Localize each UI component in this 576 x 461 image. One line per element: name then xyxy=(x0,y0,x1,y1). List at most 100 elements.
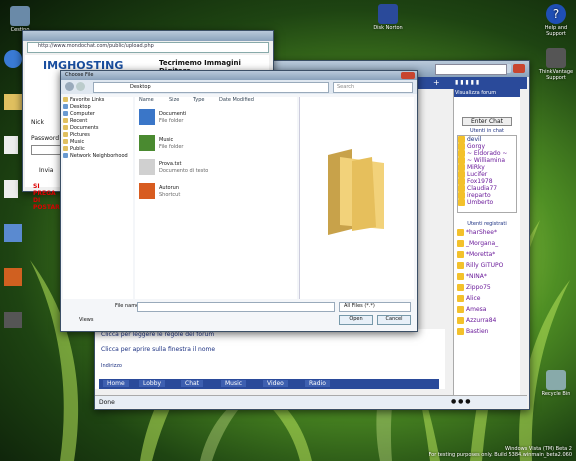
open-link[interactable]: Clicca per aprire sulla finestra il nome xyxy=(95,340,445,359)
registered-title: Utenti registrati xyxy=(467,221,507,227)
file-list: Name Size Type Date Modified Documenti F… xyxy=(135,97,297,299)
list-item[interactable]: *harShee* xyxy=(457,229,517,240)
enter-chat-button[interactable]: Enter Chat xyxy=(462,117,512,126)
cancel-button[interactable]: Cancel xyxy=(377,315,411,325)
tab-video[interactable]: Video xyxy=(263,380,288,387)
file-thumb xyxy=(139,135,155,151)
tab-chat[interactable]: Chat xyxy=(181,380,204,387)
filename-input[interactable] xyxy=(137,302,335,312)
dialog-titlebar: Choose File xyxy=(61,71,417,80)
document-icon[interactable] xyxy=(4,136,18,154)
preview-pane xyxy=(299,97,414,299)
nav-item[interactable]: Pictures xyxy=(63,132,133,139)
tab-home[interactable]: Home xyxy=(103,380,129,387)
desktop-icon-cestino[interactable]: Cestino xyxy=(2,6,38,33)
list-item[interactable]: Bastien xyxy=(457,328,517,339)
list-item[interactable]: *NINA* xyxy=(457,273,517,284)
document-icon[interactable] xyxy=(4,180,18,198)
file-name: Autorun xyxy=(159,185,180,191)
folder-preview-icon xyxy=(328,149,384,235)
path-text: Desktop xyxy=(130,84,151,90)
open-button[interactable]: Open xyxy=(339,315,373,325)
col-type[interactable]: Type xyxy=(193,97,204,103)
tab-radio[interactable]: Radio xyxy=(305,380,330,387)
nav-item[interactable]: Network Neighborhood xyxy=(63,153,133,160)
desktop-icon-help[interactable]: ? Help and Support xyxy=(538,4,574,37)
dialog-navbar: Desktop Search xyxy=(61,80,417,94)
file-sub: Shortcut xyxy=(159,192,181,198)
list-item[interactable]: Azzurra84 xyxy=(457,317,517,328)
list-item[interactable]: *Moretta* xyxy=(457,251,517,262)
list-item[interactable]: _Morgana_ xyxy=(457,240,517,251)
nav-item[interactable]: Favorite Links xyxy=(63,97,133,104)
file-open-dialog[interactable]: Choose File Desktop Search Favorite Link… xyxy=(60,70,418,332)
list-item[interactable]: Amesa xyxy=(457,306,517,317)
computer-icon xyxy=(10,6,30,26)
app-icon[interactable] xyxy=(4,268,22,286)
toolbar-icons: ▮ ▮ ▮ ▮ ▮ xyxy=(455,79,480,86)
col-size[interactable]: Size xyxy=(169,97,179,103)
dialog-nav-pane: Favorite Links Desktop Computer Recent D… xyxy=(63,97,133,299)
chat-sidebar-title: Visualizza forum xyxy=(454,89,520,97)
col-date[interactable]: Date Modified xyxy=(219,97,254,103)
upload-address-bar[interactable]: http://www.mondochat.com/public/upload.p… xyxy=(27,42,269,53)
ie-icon[interactable] xyxy=(4,50,22,68)
file-thumb xyxy=(139,183,155,199)
dialog-title: Choose File xyxy=(65,72,94,78)
desktop-icon-support[interactable]: ThinkVantage Support xyxy=(538,48,574,81)
screenshot-icon[interactable] xyxy=(4,312,22,328)
path-bar[interactable]: Desktop xyxy=(93,82,329,93)
help-icon: ? xyxy=(546,4,566,24)
nav-item[interactable]: Computer xyxy=(63,111,133,118)
zoom-controls[interactable]: ● ● ● xyxy=(451,398,471,405)
nav-item[interactable]: Public xyxy=(63,146,133,153)
file-sub: File folder xyxy=(159,118,184,124)
nav-item[interactable]: Documents xyxy=(63,125,133,132)
file-list-header: Name Size Type Date Modified xyxy=(135,97,297,105)
list-item[interactable]: Claudia77 xyxy=(458,185,516,192)
chat-menu-plus[interactable]: + xyxy=(433,78,440,87)
nav-item[interactable]: Desktop xyxy=(63,104,133,111)
list-item[interactable]: Umberto xyxy=(458,199,516,206)
status-text: Done xyxy=(99,399,115,406)
list-item[interactable]: Gorgy xyxy=(458,143,516,150)
list-item[interactable]: ireparto xyxy=(458,192,516,199)
recycle-bin-icon xyxy=(546,370,566,390)
upload-titlebar xyxy=(23,31,273,41)
list-item[interactable]: Zippo75 xyxy=(457,284,517,295)
chat-users-title: Utenti in chat xyxy=(470,128,504,134)
tab-music[interactable]: Music xyxy=(221,380,247,387)
views-button[interactable]: Views xyxy=(79,317,93,323)
list-item[interactable]: MiRky xyxy=(458,164,516,171)
warning-text: SI PREGA DI POSTARE xyxy=(33,183,64,211)
list-item[interactable]: Fox1978 xyxy=(458,178,516,185)
filetype-select[interactable]: All Files (*.*) xyxy=(339,302,411,312)
chat-search-box[interactable] xyxy=(435,64,507,75)
list-item[interactable]: devil xyxy=(458,136,516,143)
desktop-icon-recycle[interactable]: Recycle Bin xyxy=(538,370,574,397)
col-name[interactable]: Name xyxy=(139,97,154,103)
list-item[interactable]: Alice xyxy=(457,295,517,306)
password-label: Password xyxy=(31,135,60,142)
list-item[interactable]: Lucifer xyxy=(458,171,516,178)
search-box[interactable]: Search xyxy=(333,82,413,93)
send-button[interactable]: Invia xyxy=(39,167,53,174)
dialog-close-button[interactable] xyxy=(401,72,415,79)
nav-item[interactable]: Recent xyxy=(63,118,133,125)
network-icon[interactable] xyxy=(4,224,22,242)
close-button[interactable] xyxy=(513,64,525,73)
nav-item[interactable]: Music xyxy=(63,139,133,146)
list-item[interactable]: ~ Williamina xyxy=(458,157,516,164)
file-name: Documenti xyxy=(159,111,187,117)
back-button[interactable] xyxy=(65,82,74,91)
forward-button[interactable] xyxy=(76,82,85,91)
desktop-icon-disk[interactable]: Disk Norton xyxy=(370,4,406,31)
password-field[interactable] xyxy=(31,145,63,155)
watermark-line2: For testing purposes only. Build 5384.wi… xyxy=(428,452,572,458)
registered-list: *harShee* _Morgana_ *Moretta* Rilly GiTU… xyxy=(457,229,517,369)
file-thumb xyxy=(139,159,155,175)
list-item[interactable]: Rilly GiTUPO xyxy=(457,262,517,273)
tab-lobby[interactable]: Lobby xyxy=(139,380,166,387)
folder-icon[interactable] xyxy=(4,94,22,110)
list-item[interactable]: ~ Eldorado ~ xyxy=(458,150,516,157)
